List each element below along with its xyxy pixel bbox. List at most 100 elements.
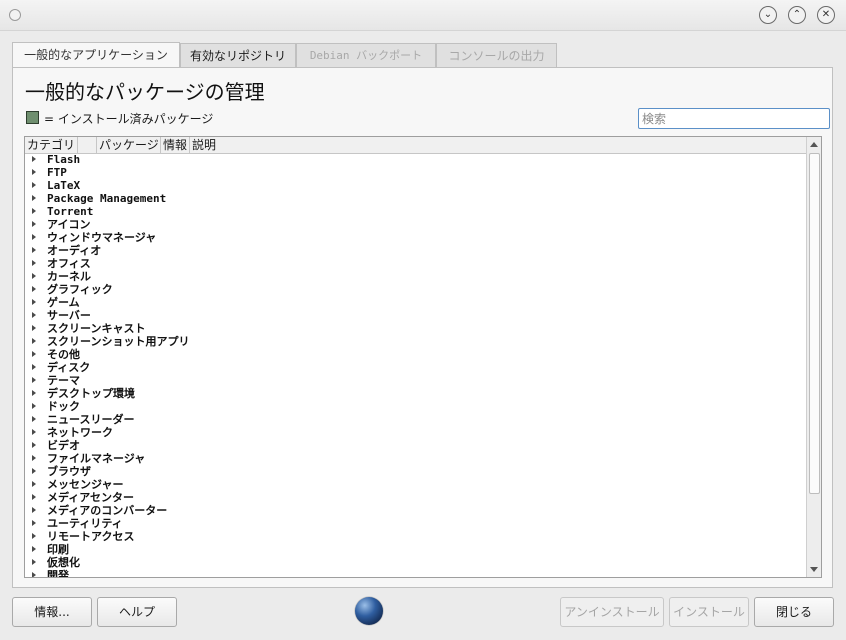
tree-row[interactable]: メッセンジャー — [25, 478, 809, 491]
search-input[interactable] — [638, 108, 830, 129]
expander-arrow-icon[interactable] — [32, 364, 36, 370]
expander-arrow-icon[interactable] — [32, 442, 36, 448]
tree-row[interactable]: メディアのコンバーター — [25, 504, 809, 517]
expander-arrow-icon[interactable] — [32, 416, 36, 422]
tree-row[interactable]: リモートアクセス — [25, 530, 809, 543]
expander-arrow-icon[interactable] — [32, 429, 36, 435]
tree-row[interactable]: 開発 — [25, 569, 809, 577]
package-tree[interactable]: カテゴリ パッケージ 情報 説明 Flash FTP LaTeX Package Ma… — [24, 136, 822, 578]
expander-arrow-icon[interactable] — [32, 247, 36, 253]
scrollbar-thumb[interactable] — [809, 153, 820, 494]
tree-row[interactable]: LaTeX — [25, 179, 809, 192]
expander-arrow-icon[interactable] — [32, 169, 36, 175]
expander-arrow-icon[interactable] — [32, 338, 36, 344]
expander-arrow-icon[interactable] — [32, 377, 36, 383]
tree-row[interactable]: ユーティリティ — [25, 517, 809, 530]
tree-row[interactable]: Torrent — [25, 205, 809, 218]
close-window-button[interactable]: ✕ — [817, 6, 835, 24]
expander-arrow-icon[interactable] — [32, 156, 36, 162]
tree-row[interactable]: 仮想化 — [25, 556, 809, 569]
expander-arrow-icon[interactable] — [32, 325, 36, 331]
column-header-category[interactable]: カテゴリ — [25, 137, 78, 153]
expander-arrow-icon[interactable] — [32, 221, 36, 227]
tree-row[interactable]: グラフィック — [25, 283, 809, 296]
tree-row[interactable]: スクリーンショット用アプリ — [25, 335, 809, 348]
tab-enabled-repositories[interactable]: 有効なリポジトリ — [180, 43, 296, 67]
category-label: ディスク — [47, 361, 91, 374]
tree-row[interactable]: 印刷 — [25, 543, 809, 556]
tree-row[interactable]: デスクトップ環境 — [25, 387, 809, 400]
tree-row[interactable]: スクリーンキャスト — [25, 322, 809, 335]
tree-row[interactable]: Package Management — [25, 192, 809, 205]
category-label: その他 — [47, 348, 80, 361]
expander-arrow-icon[interactable] — [32, 507, 36, 513]
tree-row[interactable]: FTP — [25, 166, 809, 179]
window-menu-icon[interactable] — [9, 9, 21, 21]
tab-general-applications[interactable]: 一般的なアプリケーション — [12, 42, 180, 68]
expander-arrow-icon[interactable] — [32, 559, 36, 565]
expander-arrow-icon[interactable] — [32, 403, 36, 409]
title-bar: ⌄ ⌃ ✕ — [0, 0, 846, 31]
close-button[interactable]: 閉じる — [754, 597, 834, 627]
expander-arrow-icon[interactable] — [32, 234, 36, 240]
tree-row[interactable]: Flash — [25, 153, 809, 166]
scroll-down-icon[interactable] — [810, 567, 818, 572]
tree-row[interactable]: ウィンドウマネージャ — [25, 231, 809, 244]
category-label: ウィンドウマネージャ — [47, 231, 157, 244]
expander-arrow-icon[interactable] — [32, 312, 36, 318]
column-header-status[interactable] — [78, 137, 97, 153]
maximize-button[interactable]: ⌃ — [788, 6, 806, 24]
expander-arrow-icon[interactable] — [32, 299, 36, 305]
tree-row[interactable]: ディスク — [25, 361, 809, 374]
about-button[interactable]: 情報... — [12, 597, 92, 627]
tree-row[interactable]: オフィス — [25, 257, 809, 270]
tree-row[interactable]: テーマ — [25, 374, 809, 387]
category-label: グラフィック — [47, 283, 113, 296]
tree-header: カテゴリ パッケージ 情報 説明 — [25, 137, 809, 154]
category-label: メッセンジャー — [47, 478, 124, 491]
tree-row[interactable]: ファイルマネージャ — [25, 452, 809, 465]
expander-arrow-icon[interactable] — [32, 468, 36, 474]
expander-arrow-icon[interactable] — [32, 208, 36, 214]
tree-row[interactable]: サーバー — [25, 309, 809, 322]
tree-row[interactable]: オーディオ — [25, 244, 809, 257]
vertical-scrollbar[interactable] — [806, 137, 821, 577]
category-label: スクリーンキャスト — [47, 322, 146, 335]
expander-arrow-icon[interactable] — [32, 533, 36, 539]
category-label: メディアセンター — [47, 491, 135, 504]
expander-arrow-icon[interactable] — [32, 520, 36, 526]
tree-row[interactable]: ビデオ — [25, 439, 809, 452]
expander-arrow-icon[interactable] — [32, 546, 36, 552]
tree-row[interactable]: ドック — [25, 400, 809, 413]
minimize-button[interactable]: ⌄ — [759, 6, 777, 24]
category-label: 仮想化 — [47, 556, 80, 569]
tree-row[interactable]: メディアセンター — [25, 491, 809, 504]
expander-arrow-icon[interactable] — [32, 273, 36, 279]
expander-arrow-icon[interactable] — [32, 390, 36, 396]
column-header-description[interactable]: 説明 — [190, 137, 809, 153]
tree-row[interactable]: カーネル — [25, 270, 809, 283]
tree-row[interactable]: ネットワーク — [25, 426, 809, 439]
scroll-up-icon[interactable] — [810, 142, 818, 147]
chevron-up-icon: ⌃ — [792, 9, 802, 20]
tree-row[interactable]: アイコン — [25, 218, 809, 231]
expander-arrow-icon[interactable] — [32, 494, 36, 500]
expander-arrow-icon[interactable] — [32, 195, 36, 201]
category-label: ゲーム — [47, 296, 80, 309]
expander-arrow-icon[interactable] — [32, 286, 36, 292]
category-label: オフィス — [47, 257, 91, 270]
expander-arrow-icon[interactable] — [32, 455, 36, 461]
column-header-info[interactable]: 情報 — [161, 137, 190, 153]
tree-row[interactable]: ゲーム — [25, 296, 809, 309]
expander-arrow-icon[interactable] — [32, 182, 36, 188]
tree-row[interactable]: ブラウザ — [25, 465, 809, 478]
category-label: LaTeX — [47, 179, 81, 192]
expander-arrow-icon[interactable] — [32, 260, 36, 266]
column-header-package[interactable]: パッケージ — [97, 137, 161, 153]
help-button[interactable]: ヘルプ — [97, 597, 177, 627]
expander-arrow-icon[interactable] — [32, 481, 36, 487]
tree-row[interactable]: その他 — [25, 348, 809, 361]
expander-arrow-icon[interactable] — [32, 351, 36, 357]
expander-arrow-icon[interactable] — [32, 572, 36, 577]
tree-row[interactable]: ニュースリーダー — [25, 413, 809, 426]
